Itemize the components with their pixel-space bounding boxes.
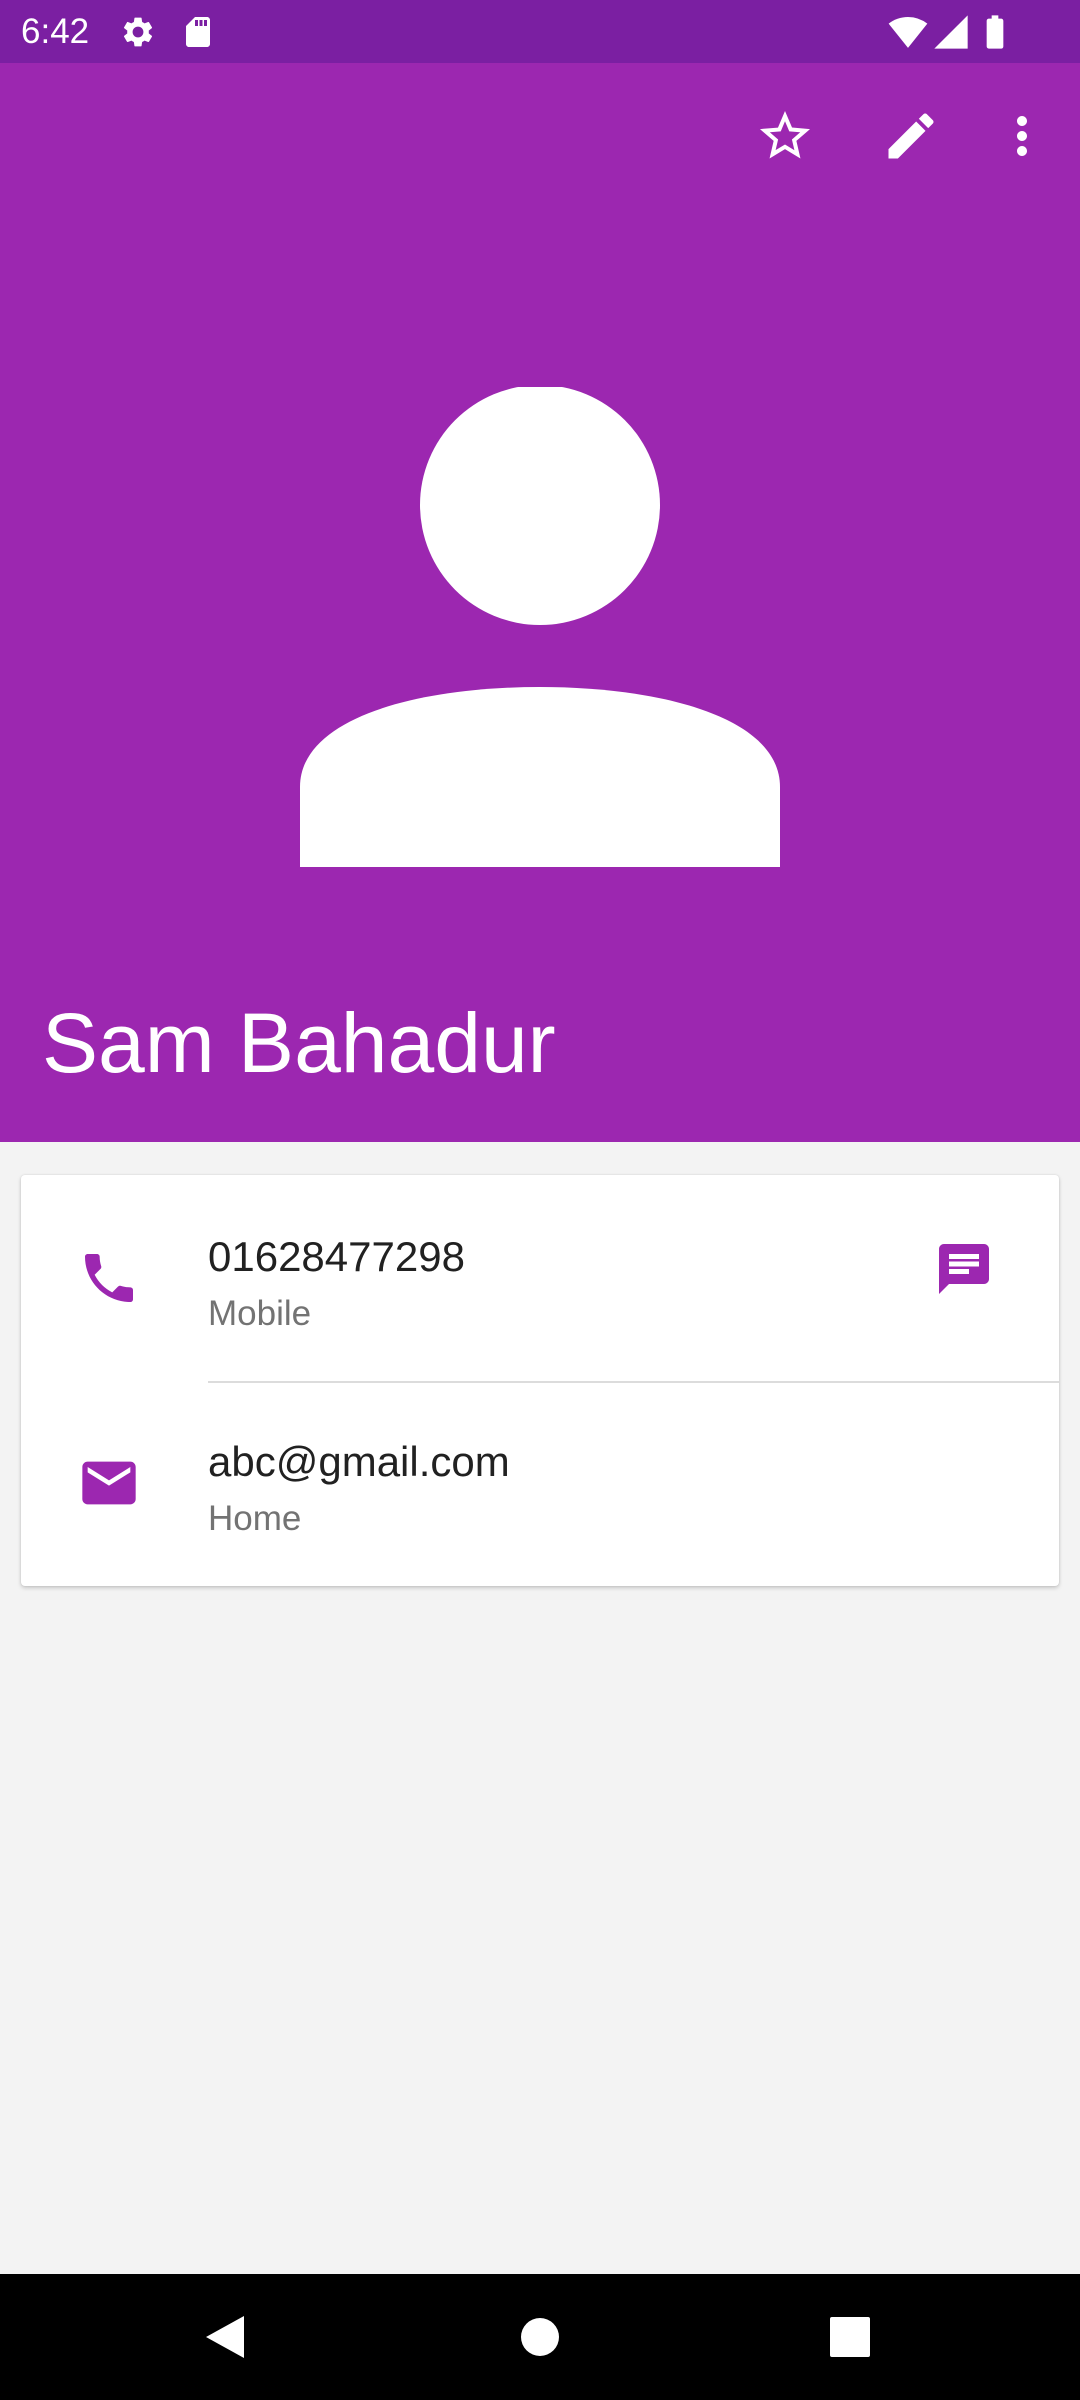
recents-icon <box>830 2317 870 2357</box>
edit-button[interactable] <box>861 86 961 186</box>
navigation-bar <box>0 2274 1080 2400</box>
contact-header: Sam Bahadur <box>0 63 1080 1142</box>
back-icon <box>206 2316 244 2358</box>
battery-icon <box>986 15 1004 49</box>
settings-icon <box>123 17 153 47</box>
status-bar: 6:42 <box>0 0 1080 63</box>
favorite-button[interactable] <box>735 86 835 186</box>
phone-number: 01628477298 <box>208 1233 465 1280</box>
email-icon <box>82 1461 136 1505</box>
sd-card-icon <box>186 17 210 47</box>
home-icon <box>521 2318 559 2356</box>
contact-details-card: 01628477298 Mobile abc@gmail.com Home <box>21 1175 1059 1586</box>
message-icon <box>939 1244 989 1294</box>
edit-icon <box>888 113 934 159</box>
signal-icon <box>934 15 968 49</box>
email-address: abc@gmail.com <box>208 1438 510 1485</box>
star-outline-icon <box>760 111 810 159</box>
phone-icon <box>85 1254 133 1302</box>
phone-row[interactable]: 01628477298 Mobile <box>21 1175 1059 1382</box>
more-vert-icon <box>1017 116 1027 156</box>
contact-name: Sam Bahadur <box>42 996 556 1090</box>
home-button[interactable] <box>480 2292 600 2382</box>
send-message-button[interactable] <box>914 1219 1014 1319</box>
wifi-icon <box>888 17 928 48</box>
email-row[interactable]: abc@gmail.com Home <box>21 1382 1059 1586</box>
more-options-button[interactable] <box>972 86 1072 186</box>
phone-type-label: Mobile <box>208 1294 312 1333</box>
back-button[interactable] <box>165 2292 285 2382</box>
email-type-label: Home <box>208 1499 302 1538</box>
recents-button[interactable] <box>790 2292 910 2382</box>
avatar-placeholder-icon <box>300 387 780 867</box>
status-time: 6:42 <box>21 12 90 51</box>
